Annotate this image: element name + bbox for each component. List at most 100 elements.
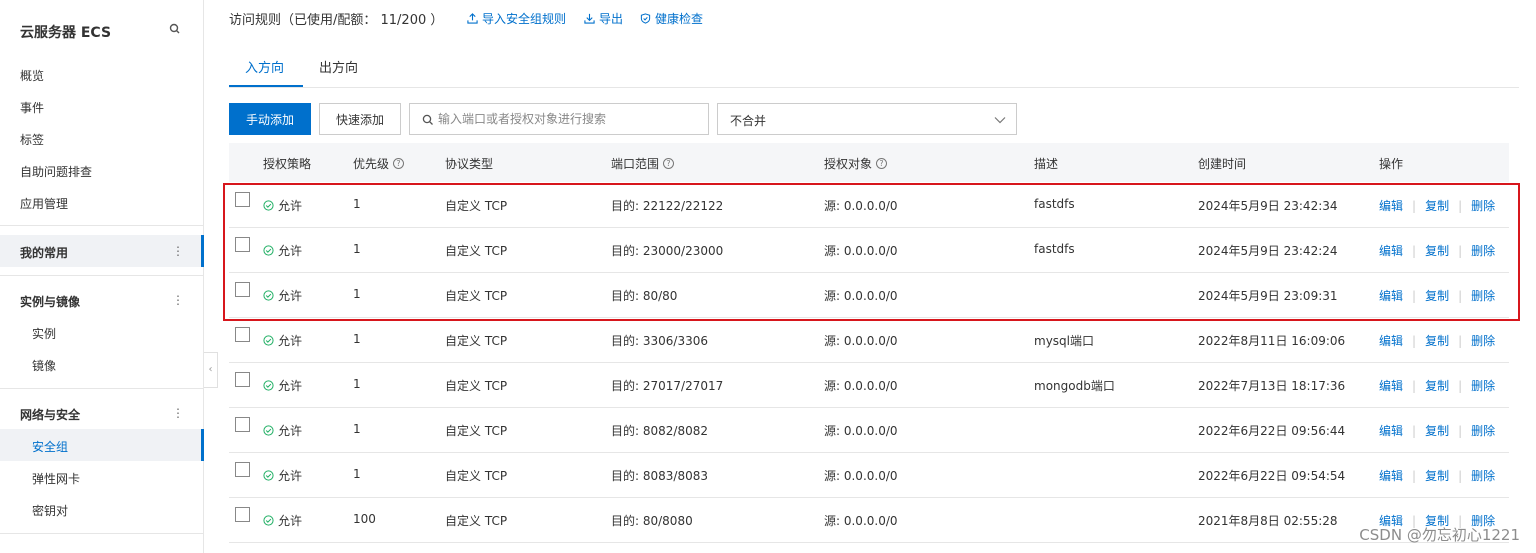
- copy-link[interactable]: 复制: [1425, 197, 1449, 214]
- row-checkbox[interactable]: [235, 282, 250, 297]
- delete-link[interactable]: 删除: [1471, 422, 1495, 439]
- col-priority: 优先级?: [353, 155, 405, 172]
- port-range-cell: 目的: 23000/23000: [611, 244, 724, 258]
- port-range-cell: 目的: 3306/3306: [611, 334, 708, 348]
- check-circle-icon: [263, 380, 274, 391]
- edit-link[interactable]: 编辑: [1379, 422, 1403, 439]
- row-checkbox[interactable]: [235, 192, 250, 207]
- sidebar-item-instances[interactable]: 实例: [32, 325, 56, 342]
- row-checkbox[interactable]: [235, 507, 250, 522]
- delete-link[interactable]: 删除: [1471, 287, 1495, 304]
- port-range-cell: 目的: 22122/22122: [611, 199, 724, 213]
- edit-link[interactable]: 编辑: [1379, 197, 1403, 214]
- source-cell: 源: 0.0.0.0/0: [824, 199, 898, 213]
- port-range-cell: 目的: 8082/8082: [611, 424, 708, 438]
- policy-cell: 允许: [263, 467, 302, 484]
- priority-cell: 1: [353, 422, 361, 436]
- search-icon: [422, 114, 433, 125]
- sidebar-active-indicator: [201, 429, 204, 461]
- more-icon[interactable]: ⋮: [172, 245, 184, 257]
- sidebar-group-instances[interactable]: 实例与镜像: [20, 293, 80, 310]
- sidebar-item-keypairs[interactable]: 密钥对: [32, 502, 68, 519]
- shield-icon: [640, 13, 651, 24]
- protocol-cell: 自定义 TCP: [445, 289, 508, 303]
- actions-cell: 编辑 | 复制 | 删除: [1379, 377, 1496, 394]
- col-protocol: 协议类型: [445, 157, 494, 171]
- table-header: 授权策略 优先级? 协议类型 端口范围? 授权对象? 描述 创建时间 操作: [229, 143, 1509, 182]
- edit-link[interactable]: 编辑: [1379, 242, 1403, 259]
- search-input[interactable]: [438, 105, 703, 133]
- edit-link[interactable]: 编辑: [1379, 467, 1403, 484]
- more-icon[interactable]: ⋮: [172, 407, 184, 419]
- created-time-cell: 2024年5月9日 23:42:34: [1198, 199, 1338, 213]
- sidebar-item-app-management[interactable]: 应用管理: [20, 195, 68, 212]
- source-cell: 源: 0.0.0.0/0: [824, 289, 898, 303]
- port-range-cell: 目的: 80/8080: [611, 514, 693, 528]
- search-icon[interactable]: [168, 22, 182, 36]
- watermark: CSDN @勿忘初心1221: [1359, 526, 1520, 544]
- protocol-cell: 自定义 TCP: [445, 424, 508, 438]
- copy-link[interactable]: 复制: [1425, 287, 1449, 304]
- delete-link[interactable]: 删除: [1471, 377, 1495, 394]
- tab-outbound[interactable]: 出方向: [319, 57, 358, 76]
- source-cell: 源: 0.0.0.0/0: [824, 334, 898, 348]
- row-checkbox[interactable]: [235, 462, 250, 477]
- protocol-cell: 自定义 TCP: [445, 469, 508, 483]
- merge-select[interactable]: 不合并: [717, 103, 1017, 135]
- check-circle-icon: [263, 425, 274, 436]
- delete-link[interactable]: 删除: [1471, 242, 1495, 259]
- edit-link[interactable]: 编辑: [1379, 332, 1403, 349]
- actions-cell: 编辑 | 复制 | 删除: [1379, 287, 1496, 304]
- table-row: 允许 1 自定义 TCP 目的: 8083/8083 源: 0.0.0.0/0 2022年…: [229, 453, 1509, 498]
- port-range-cell: 目的: 80/80: [611, 289, 678, 303]
- check-circle-icon: [263, 200, 274, 211]
- sidebar-item-overview[interactable]: 概览: [20, 67, 44, 84]
- copy-link[interactable]: 复制: [1425, 422, 1449, 439]
- sidebar-group-network[interactable]: 网络与安全: [20, 406, 80, 423]
- priority-cell: 1: [353, 287, 361, 301]
- edit-link[interactable]: 编辑: [1379, 287, 1403, 304]
- sidebar-item-events[interactable]: 事件: [20, 99, 44, 116]
- edit-link[interactable]: 编辑: [1379, 377, 1403, 394]
- add-manual-button[interactable]: 手动添加: [229, 103, 311, 135]
- import-rules-link[interactable]: 导入安全组规则: [467, 10, 566, 27]
- delete-link[interactable]: 删除: [1471, 332, 1495, 349]
- help-icon[interactable]: ?: [393, 158, 405, 169]
- sidebar-item-favorites[interactable]: 我的常用: [20, 244, 68, 261]
- export-link[interactable]: 导出: [584, 10, 623, 27]
- help-icon[interactable]: ?: [663, 158, 675, 169]
- sidebar-divider: [0, 533, 204, 534]
- protocol-cell: 自定义 TCP: [445, 379, 508, 393]
- copy-link[interactable]: 复制: [1425, 242, 1449, 259]
- row-checkbox[interactable]: [235, 327, 250, 342]
- more-icon[interactable]: ⋮: [172, 294, 184, 306]
- copy-link[interactable]: 复制: [1425, 332, 1449, 349]
- copy-link[interactable]: 复制: [1425, 467, 1449, 484]
- sidebar-item-tags[interactable]: 标签: [20, 131, 44, 148]
- sidebar-collapse-button[interactable]: ‹: [204, 352, 218, 388]
- sidebar-title: 云服务器 ECS: [20, 25, 112, 41]
- sidebar-item-eni[interactable]: 弹性网卡: [32, 470, 80, 487]
- health-check-link[interactable]: 健康检查: [640, 10, 703, 27]
- created-time-cell: 2022年8月11日 16:09:06: [1198, 334, 1346, 348]
- row-checkbox[interactable]: [235, 372, 250, 387]
- delete-link[interactable]: 删除: [1471, 467, 1495, 484]
- sidebar-item-troubleshoot[interactable]: 自助问题排查: [20, 163, 92, 180]
- description-cell: mongodb端口: [1034, 379, 1115, 393]
- source-cell: 源: 0.0.0.0/0: [824, 514, 898, 528]
- sidebar-item-security-group[interactable]: 安全组: [32, 438, 68, 455]
- source-cell: 源: 0.0.0.0/0: [824, 424, 898, 438]
- row-checkbox[interactable]: [235, 237, 250, 252]
- protocol-cell: 自定义 TCP: [445, 244, 508, 258]
- copy-link[interactable]: 复制: [1425, 377, 1449, 394]
- sidebar-divider: [0, 225, 204, 226]
- upload-icon: [467, 13, 478, 24]
- tab-inbound[interactable]: 入方向: [245, 57, 284, 76]
- protocol-cell: 自定义 TCP: [445, 334, 508, 348]
- row-checkbox[interactable]: [235, 417, 250, 432]
- delete-link[interactable]: 删除: [1471, 197, 1495, 214]
- port-range-cell: 目的: 27017/27017: [611, 379, 724, 393]
- help-icon[interactable]: ?: [876, 158, 888, 169]
- sidebar-item-images[interactable]: 镜像: [32, 357, 56, 374]
- add-quick-button[interactable]: 快速添加: [319, 103, 401, 135]
